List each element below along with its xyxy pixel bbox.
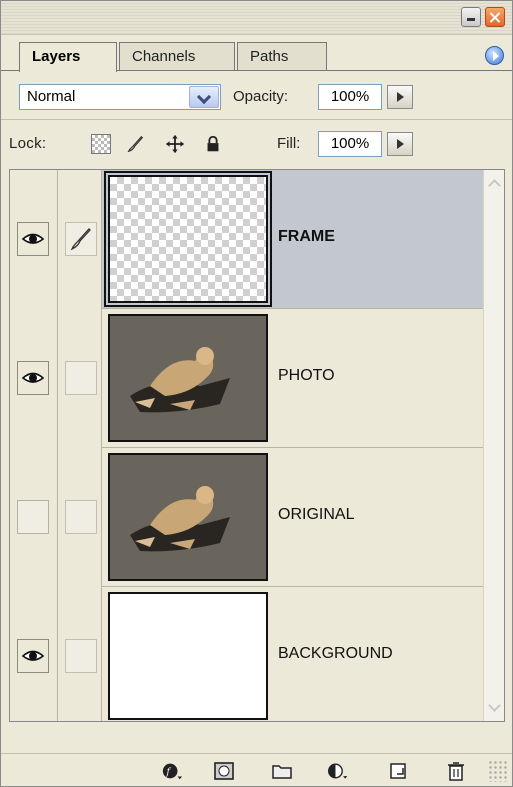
move-icon[interactable] [165,134,185,154]
layer-row-original[interactable]: ORIGINAL [10,448,483,587]
layer-thumbnail [108,314,268,442]
link-toggle[interactable] [65,222,97,256]
trash-icon[interactable] [445,760,467,782]
layers-scrollbar[interactable] [483,170,504,721]
tab-layers[interactable]: Layers [19,42,117,72]
link-cell[interactable] [58,587,102,721]
layer-thumbnail [108,453,268,581]
layer-row-frame[interactable]: FRAME [10,170,483,309]
visibility-toggle[interactable] [17,222,49,256]
layers-palette: Layers Channels Paths Normal Opacity: 10… [0,0,513,787]
eye-icon[interactable] [18,223,48,255]
visibility-cell[interactable] [10,170,58,309]
opacity-slider-button[interactable] [387,85,413,109]
blend-mode-value: Normal [27,88,76,105]
layer-style-icon[interactable]: f [161,760,183,782]
visibility-toggle[interactable] [17,500,49,534]
visibility-cell[interactable] [10,587,58,721]
opacity-input[interactable]: 100% [318,84,382,110]
layer-row-background[interactable]: BACKGROUND [10,587,483,721]
resize-grip[interactable] [488,760,508,782]
lock-options-row: Lock: Fill: 100% [1,122,512,166]
layer-name[interactable]: FRAME [278,228,335,246]
fill-input[interactable]: 100% [318,131,382,157]
visibility-toggle[interactable] [17,639,49,673]
new-group-icon[interactable] [271,760,293,782]
layer-row-photo[interactable]: PHOTO [10,309,483,448]
dog-photo-image [110,316,266,440]
minimize-icon[interactable] [461,7,481,27]
palette-menu-icon[interactable] [485,46,504,65]
dog-photo-image [110,455,266,579]
scroll-up-icon[interactable] [485,174,504,193]
blend-mode-select[interactable]: Normal [19,84,221,110]
link-cell[interactable] [58,170,102,309]
new-layer-icon[interactable] [387,760,409,782]
divider [1,119,512,120]
visibility-cell[interactable] [10,309,58,448]
visibility-cell[interactable] [10,448,58,587]
lock-transparent-icon[interactable] [91,134,111,154]
layer-name[interactable]: ORIGINAL [278,506,354,524]
brush-icon[interactable] [125,134,145,154]
link-cell[interactable] [58,448,102,587]
visibility-toggle[interactable] [17,361,49,395]
brush-icon [70,228,91,251]
tab-channels[interactable]: Channels [119,42,235,71]
fill-label: Fill: [277,135,301,152]
fill-slider-button[interactable] [387,132,413,156]
layers-list[interactable]: FRAME PHOTO ORIGINAL BACKGROUND [9,169,505,722]
layer-name[interactable]: PHOTO [278,367,335,385]
eye-icon[interactable] [18,362,48,394]
blend-options-row: Normal Opacity: 100% [1,75,512,117]
scroll-down-icon[interactable] [485,698,504,717]
palette-tabs: Layers Channels Paths [1,35,512,72]
padlock-icon[interactable] [203,134,223,154]
layer-thumbnail [108,592,268,720]
eye-icon[interactable] [18,640,48,672]
layer-mask-icon[interactable] [213,760,235,782]
opacity-label: Opacity: [233,88,289,105]
layers-toolbar: f [1,753,512,786]
layer-name[interactable]: BACKGROUND [278,645,393,663]
link-toggle[interactable] [65,639,97,673]
tab-paths[interactable]: Paths [237,42,327,71]
chevron-down-icon[interactable] [189,86,219,108]
link-toggle[interactable] [65,361,97,395]
link-cell[interactable] [58,309,102,448]
adjustment-layer-icon[interactable] [327,760,349,782]
link-toggle[interactable] [65,500,97,534]
layer-thumbnail [104,171,272,307]
close-icon[interactable] [485,7,505,27]
lock-label: Lock: [9,135,47,152]
palette-title-bar[interactable] [1,1,512,35]
